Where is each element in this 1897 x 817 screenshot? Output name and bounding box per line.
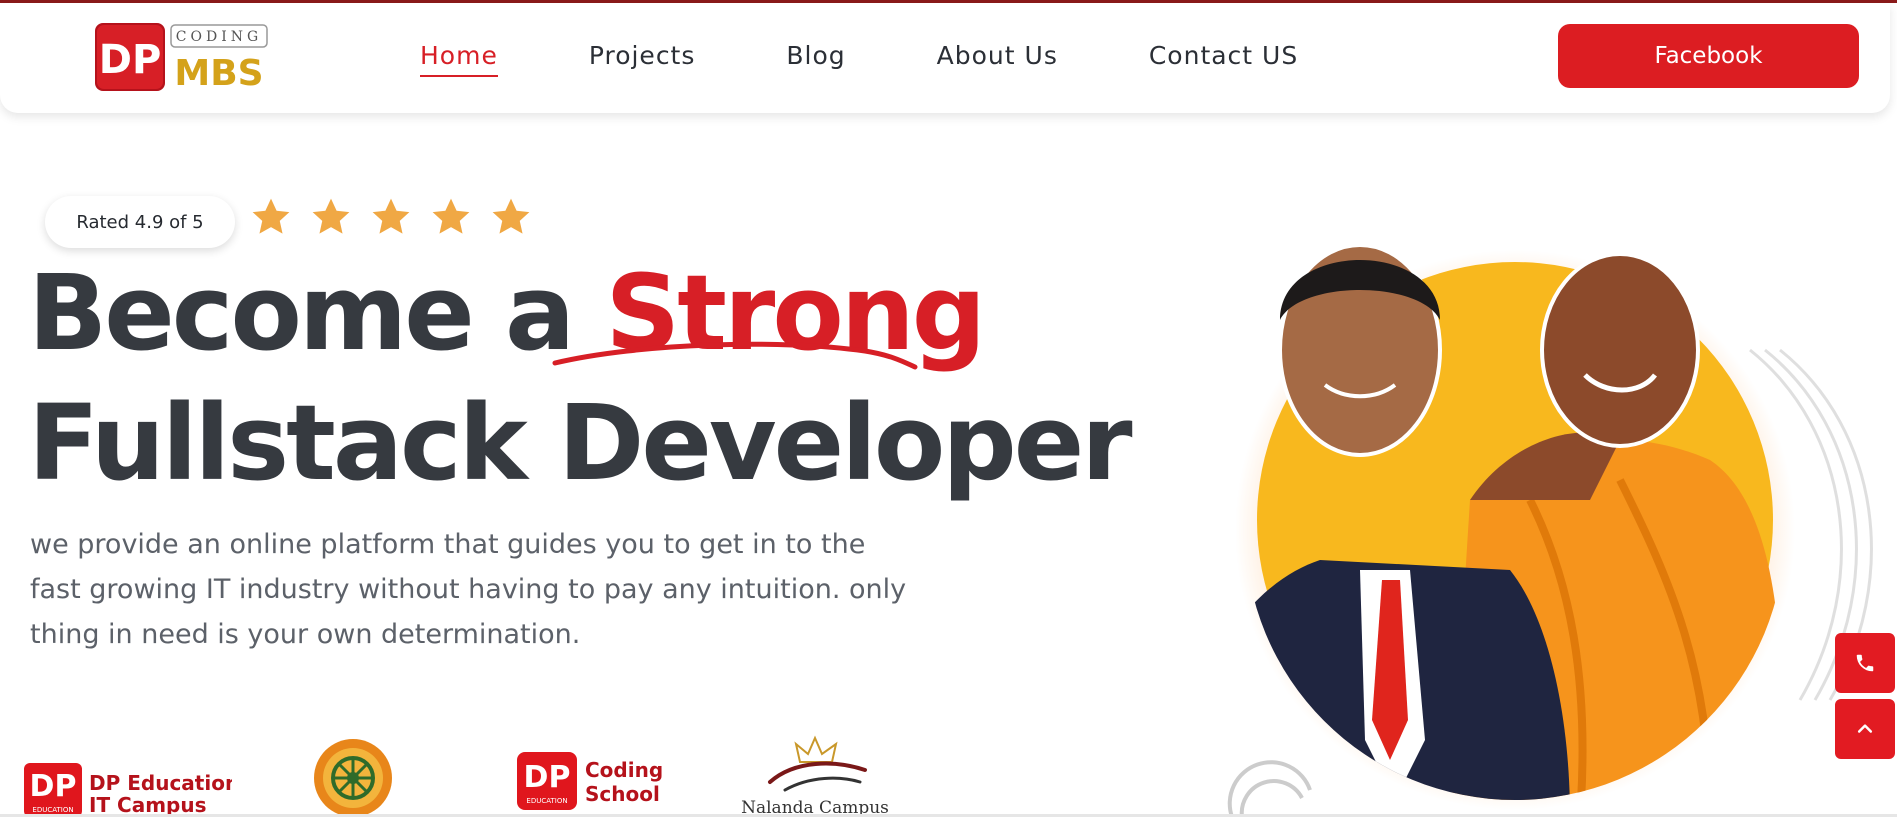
dp-coding-school-logo: DP EDUCATION Coding School [517, 752, 663, 810]
headline-part1: Become a [28, 252, 606, 374]
nav-blog[interactable]: Blog [786, 41, 845, 70]
main-nav: Home Projects Blog About Us Contact US [420, 41, 1389, 77]
star-icon [492, 198, 530, 234]
logo-mbs-text: MBS [174, 53, 263, 93]
chevron-up-icon [1857, 724, 1873, 733]
phone-icon [1856, 654, 1874, 672]
star-icon [432, 198, 470, 234]
star-icon [252, 198, 290, 234]
hero-image [1227, 243, 1873, 817]
nav-contact-us[interactable]: Contact US [1149, 41, 1298, 70]
nav-home[interactable]: Home [420, 41, 498, 77]
hero-headline: Become a Strong Fullstack Developer [28, 248, 1133, 508]
scroll-top-button[interactable] [1835, 699, 1895, 759]
star-icon [372, 198, 410, 234]
dharma-wheel-logo [314, 739, 392, 817]
rating-badge: Rated 4.9 of 5 [45, 196, 235, 248]
site-header: DP CODING MBS Home Projects Blog About U… [0, 3, 1890, 113]
nalanda-campus-logo: Nalanda Campus [741, 735, 889, 817]
svg-text:EDUCATION: EDUCATION [32, 806, 73, 814]
star-icon [312, 198, 350, 234]
svg-text:School: School [585, 782, 660, 806]
logo-coding-text: CODING [176, 29, 262, 45]
nav-about-us[interactable]: About Us [937, 41, 1058, 70]
facebook-button[interactable]: Facebook [1558, 24, 1859, 88]
svg-text:DP: DP [524, 760, 571, 795]
svg-text:Coding: Coding [585, 758, 663, 782]
logo-dp-text: DP [99, 37, 162, 83]
hero-description: we provide an online platform that guide… [30, 529, 907, 650]
svg-text:DP Education: DP Education [89, 771, 232, 795]
dp-education-it-campus-logo: DP EDUCATION DP Education IT Campus [24, 763, 232, 817]
rating-stars [250, 196, 532, 238]
svg-text:EDUCATION: EDUCATION [526, 797, 567, 805]
svg-text:DP: DP [30, 769, 77, 804]
nav-projects[interactable]: Projects [589, 41, 696, 70]
accent-underline [552, 341, 918, 370]
site-logo[interactable]: DP CODING MBS [95, 21, 270, 93]
call-button[interactable] [1835, 633, 1895, 693]
headline-line2: Fullstack Developer [28, 382, 1133, 504]
